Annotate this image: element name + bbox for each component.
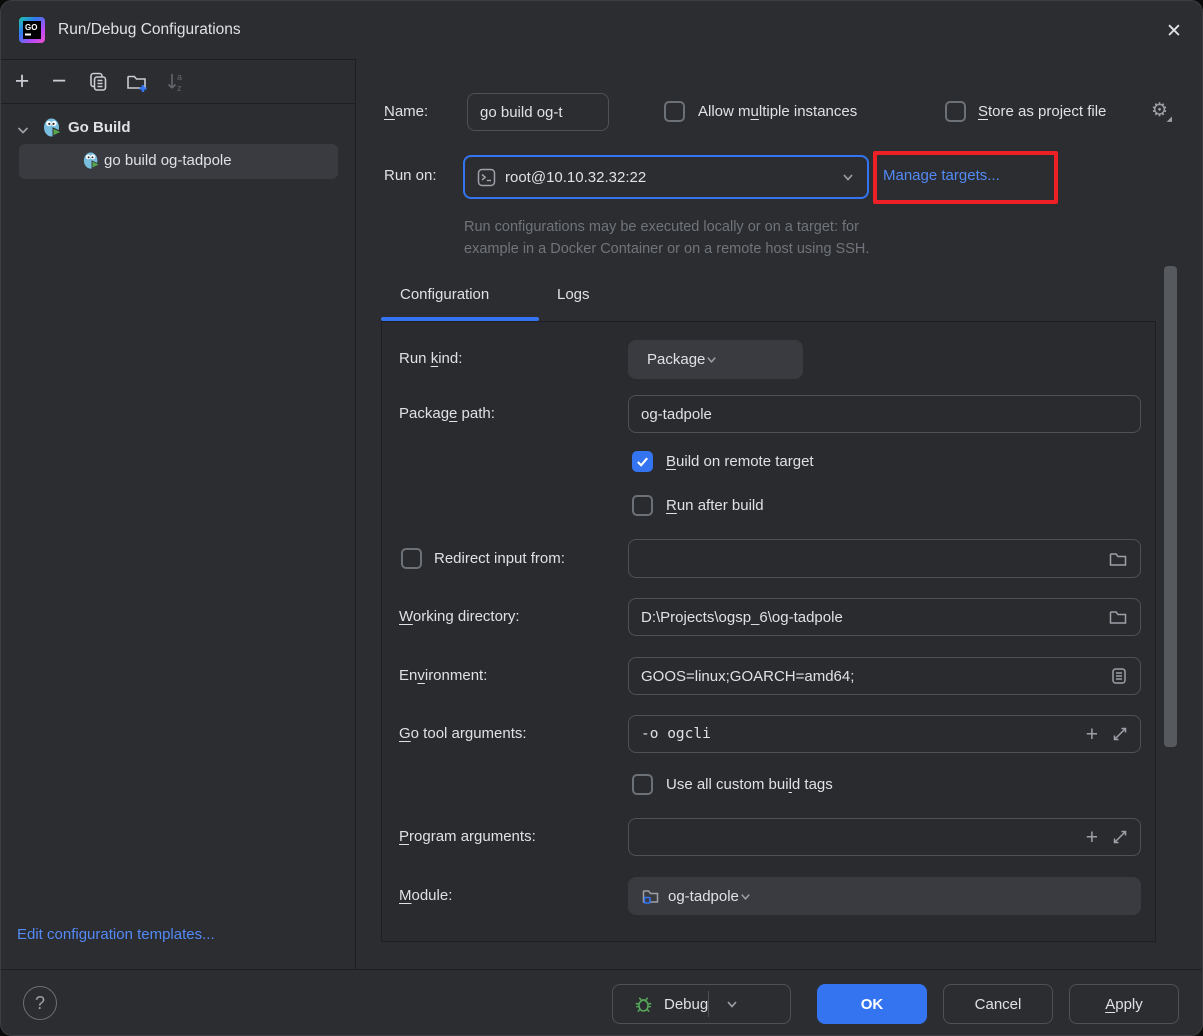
footer-bar: ? Debug OK Cancel App — [1, 969, 1203, 1036]
run-kind-select[interactable]: Package — [628, 340, 803, 379]
environment-label: Environment: — [399, 667, 487, 684]
module-select[interactable]: og-tadpole — [628, 877, 1141, 915]
debug-split-button[interactable]: Debug — [612, 984, 791, 1024]
go-build-icon — [43, 118, 63, 138]
remove-configuration-icon[interactable]: − — [46, 66, 72, 96]
debug-button-label: Debug — [664, 996, 708, 1013]
working-directory-label: Working directory: — [399, 608, 520, 625]
redirect-input-label: Redirect input from: — [434, 550, 565, 567]
close-icon[interactable]: ✕ — [1161, 18, 1187, 44]
folder-browse-icon[interactable] — [1108, 550, 1128, 568]
chevron-down-icon — [739, 890, 752, 903]
sort-alphabetically-icon: a z — [164, 70, 188, 94]
svg-text:a: a — [177, 72, 182, 82]
use-custom-build-tags-checkbox[interactable] — [632, 774, 653, 795]
sidebar: + − a — [1, 59, 356, 969]
package-path-value: og-tadpole — [641, 406, 712, 423]
run-after-build-label: Run after build — [666, 497, 764, 514]
tree-item-selected[interactable]: go build og-tadpole — [19, 144, 338, 179]
run-on-select[interactable]: root@10.10.32.32:22 — [463, 155, 869, 199]
name-label: Name: — [384, 103, 428, 120]
redirect-input-checkbox[interactable] — [401, 548, 422, 569]
tab-logs[interactable]: Logs — [557, 286, 590, 303]
working-directory-input[interactable]: D:\Projects\ogsp_6\og-tadpole — [628, 598, 1141, 636]
program-arguments-label: Program arguments: — [399, 828, 536, 845]
run-kind-value: Package — [647, 351, 705, 368]
goland-logo-icon: GO — [19, 17, 45, 43]
tab-configuration[interactable]: Configuration — [400, 286, 489, 303]
allow-multiple-instances-checkbox[interactable] — [664, 101, 685, 122]
chevron-down-icon — [841, 170, 855, 184]
vertical-scrollbar[interactable] — [1164, 266, 1177, 747]
tree-group-go-build[interactable]: Go Build — [1, 112, 355, 146]
manage-targets-link[interactable]: Manage targets... — [883, 167, 1000, 184]
add-argument-icon[interactable]: + — [1086, 827, 1098, 848]
environment-value: GOOS=linux;GOARCH=amd64; — [641, 668, 854, 685]
run-on-label: Run on: — [384, 167, 437, 184]
new-folder-icon[interactable] — [125, 71, 149, 93]
name-input[interactable]: go build og-t — [467, 93, 609, 131]
tree-item-label: go build og-tadpole — [104, 152, 232, 169]
go-run-configuration-icon — [83, 152, 101, 170]
run-kind-label: Run kind: — [399, 350, 462, 367]
module-icon — [641, 887, 660, 905]
svg-text:GO: GO — [25, 23, 37, 32]
environment-input[interactable]: GOOS=linux;GOARCH=amd64; — [628, 657, 1141, 695]
svg-text:z: z — [177, 83, 182, 93]
copy-configuration-icon[interactable] — [87, 71, 109, 93]
name-input-value: go build og-t — [480, 104, 563, 121]
debug-bug-icon — [633, 994, 654, 1015]
help-text-line1: Run configurations may be executed local… — [464, 216, 869, 238]
run-debug-configurations-dialog: GO Run/Debug Configurations ✕ + − — [0, 0, 1203, 1036]
chevron-down-icon — [705, 353, 718, 366]
run-on-help-text: Run configurations may be executed local… — [464, 216, 869, 260]
add-configuration-icon[interactable]: + — [9, 66, 35, 96]
help-icon[interactable]: ? — [23, 986, 57, 1020]
expand-field-icon[interactable] — [1112, 829, 1128, 845]
tree-group-label: Go Build — [68, 119, 131, 136]
module-value: og-tadpole — [668, 888, 739, 905]
go-tool-arguments-input[interactable]: -o ogcli + — [628, 715, 1141, 753]
configuration-tree: Go Build go build og-tadpole — [1, 104, 355, 924]
add-argument-icon[interactable]: + — [1086, 724, 1098, 745]
build-on-remote-target-label: Build on remote target — [666, 453, 814, 470]
expand-field-icon[interactable] — [1112, 726, 1128, 742]
working-directory-value: D:\Projects\ogsp_6\og-tadpole — [641, 609, 843, 626]
store-as-project-file-checkbox[interactable] — [945, 101, 966, 122]
terminal-icon — [477, 168, 496, 187]
apply-button[interactable]: Apply — [1069, 984, 1179, 1024]
store-as-project-file-label: Store as project file — [978, 103, 1106, 120]
sidebar-toolbar: + − a — [1, 60, 355, 104]
program-arguments-input[interactable]: + — [628, 818, 1141, 856]
use-custom-build-tags-label: Use all custom build tags — [666, 776, 833, 793]
allow-multiple-instances-label: Allow multiple instances — [698, 103, 857, 120]
run-on-value: root@10.10.32.32:22 — [505, 169, 646, 186]
help-text-line2: example in a Docker Container or on a re… — [464, 238, 869, 260]
debug-more-chevron-icon[interactable] — [709, 997, 755, 1011]
folder-browse-icon[interactable] — [1108, 608, 1128, 626]
chevron-down-icon[interactable] — [15, 122, 31, 138]
edit-configuration-templates-link[interactable]: Edit configuration templates... — [17, 926, 215, 943]
package-path-input[interactable]: og-tadpole — [628, 395, 1141, 433]
build-on-remote-target-checkbox[interactable] — [632, 451, 653, 472]
dialog-title: Run/Debug Configurations — [58, 21, 241, 39]
run-after-build-checkbox[interactable] — [632, 495, 653, 516]
go-tool-arguments-label: Go tool arguments: — [399, 725, 527, 742]
go-tool-arguments-value: -o ogcli — [641, 726, 711, 742]
ok-button[interactable]: OK — [817, 984, 927, 1024]
title-bar: GO Run/Debug Configurations ✕ — [1, 1, 1203, 59]
cancel-button[interactable]: Cancel — [943, 984, 1053, 1024]
edit-variables-icon[interactable] — [1110, 667, 1128, 685]
module-label: Module: — [399, 887, 452, 904]
store-options-gear-icon[interactable]: ⚙◢ — [1151, 100, 1168, 121]
redirect-input-field[interactable] — [628, 539, 1141, 578]
package-path-label: Package path: — [399, 405, 495, 422]
